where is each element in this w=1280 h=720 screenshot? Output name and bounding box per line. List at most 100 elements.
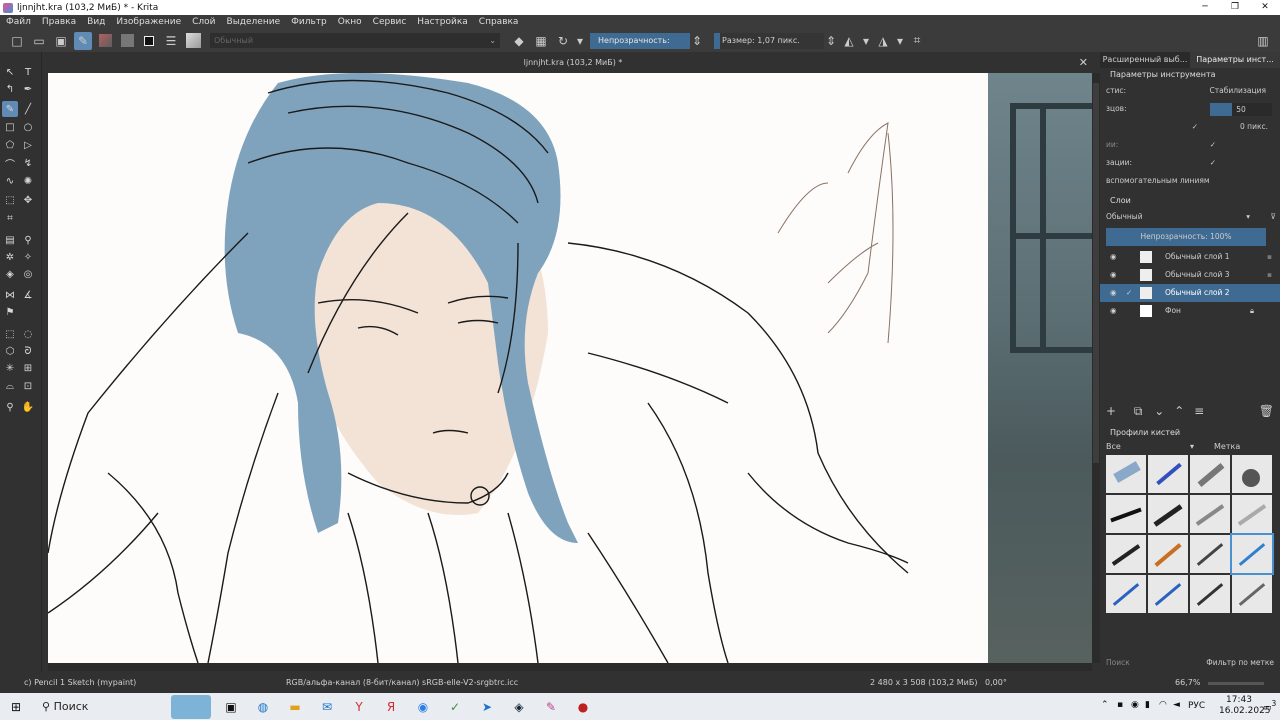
polyline-tool-icon[interactable]: ▷ bbox=[20, 137, 36, 153]
checkmark-icon[interactable]: ✓ bbox=[1126, 284, 1132, 302]
brush-filter-select[interactable]: Все bbox=[1106, 442, 1121, 451]
samples-slider[interactable]: 50 bbox=[1210, 103, 1272, 116]
smart-patch-icon[interactable]: ✲ bbox=[2, 249, 18, 265]
brush-preset[interactable] bbox=[1232, 455, 1272, 493]
menu-tools[interactable]: Сервис bbox=[373, 17, 407, 27]
tray-steam-icon[interactable]: ◉ bbox=[1131, 700, 1139, 710]
bezier-tool-icon[interactable]: ⌒ bbox=[2, 155, 18, 171]
size-spin-icon[interactable]: ⇕ bbox=[826, 32, 836, 50]
file-explorer-icon[interactable]: ▬ bbox=[283, 695, 307, 719]
eye-icon[interactable]: ◉ bbox=[1110, 284, 1117, 302]
brush-preset[interactable] bbox=[1190, 495, 1230, 533]
color-swatch-icon[interactable] bbox=[140, 32, 158, 50]
text-tool-icon[interactable]: T bbox=[20, 64, 36, 80]
brush-presets-icon[interactable]: ☰ bbox=[162, 32, 180, 50]
chevron-up-icon[interactable]: ⌃ bbox=[1101, 700, 1109, 710]
menu-help[interactable]: Справка bbox=[479, 17, 519, 27]
layer-properties-icon[interactable]: ≡ bbox=[1194, 404, 1204, 418]
ellipse-select-icon[interactable]: ◌ bbox=[20, 326, 36, 342]
filter-by-tag-checkbox[interactable]: Фильтр по метке bbox=[1206, 658, 1274, 667]
freehand-path-icon[interactable]: ↯ bbox=[20, 155, 36, 171]
workspace-icon[interactable]: ▥ bbox=[1254, 32, 1272, 50]
opacity-spin-icon[interactable]: ⇕ bbox=[692, 32, 702, 50]
brush-preset[interactable] bbox=[1190, 535, 1230, 573]
outlook-icon[interactable]: ✉ bbox=[315, 695, 339, 719]
chevron-down-icon[interactable]: ▾ bbox=[862, 32, 870, 50]
checkmark-icon[interactable]: ✓ bbox=[1210, 154, 1216, 172]
lock-icon[interactable]: 🔒︎ bbox=[1250, 302, 1254, 320]
mirror-vertical-icon[interactable]: ◮ bbox=[874, 32, 892, 50]
colorize-mask-icon[interactable]: ✧ bbox=[20, 249, 36, 265]
lock-icon[interactable]: ▪ bbox=[1267, 266, 1272, 284]
reference-tool-icon[interactable]: ⚑ bbox=[2, 304, 18, 320]
wrap-around-icon[interactable]: ⌗ bbox=[908, 32, 926, 50]
line-tool-icon[interactable]: ╱ bbox=[20, 101, 36, 117]
freehand-brush-icon[interactable]: ✎ bbox=[2, 101, 18, 117]
assistant-tool-icon[interactable]: ⋈ bbox=[2, 287, 18, 303]
rect-select-icon[interactable]: ⬚ bbox=[2, 326, 18, 342]
similar-select-icon[interactable]: ⊞ bbox=[20, 360, 36, 376]
vk-icon[interactable]: ✓ bbox=[443, 695, 467, 719]
menu-select[interactable]: Выделение bbox=[227, 17, 281, 27]
tray-app-icon[interactable]: ▪ bbox=[1117, 700, 1123, 710]
eye-icon[interactable]: ◉ bbox=[1110, 266, 1117, 284]
close-button[interactable]: ✕ bbox=[1250, 0, 1280, 15]
pattern-icon[interactable] bbox=[118, 32, 136, 50]
brush-preset[interactable] bbox=[1232, 495, 1272, 533]
move-up-icon[interactable]: ⌃ bbox=[1174, 404, 1184, 418]
vertical-scrollbar[interactable] bbox=[1092, 73, 1100, 663]
brush-preset[interactable] bbox=[1106, 535, 1146, 573]
rectangle-tool-icon[interactable]: □ bbox=[2, 119, 18, 135]
chrome-icon[interactable]: ◉ bbox=[411, 695, 435, 719]
brush-preset[interactable] bbox=[1190, 455, 1230, 493]
transform-icon[interactable]: ⬚ bbox=[2, 192, 18, 208]
polygon-tool-icon[interactable]: ⬠ bbox=[2, 137, 18, 153]
move-tool-icon[interactable]: ✥ bbox=[20, 192, 36, 208]
layer-row-selected[interactable]: ◉ ✓ Обычный слой 2 bbox=[1100, 284, 1280, 302]
brush-preset[interactable] bbox=[1148, 455, 1188, 493]
brush-preset[interactable] bbox=[1106, 495, 1146, 533]
eye-icon[interactable]: ◉ bbox=[1110, 302, 1117, 320]
volume-icon[interactable]: ◄ bbox=[1173, 700, 1180, 710]
mirror-horizontal-icon[interactable]: ◭ bbox=[840, 32, 858, 50]
duplicate-layer-icon[interactable]: ⧉ bbox=[1134, 404, 1143, 418]
yandex-browser-icon[interactable]: Я bbox=[379, 695, 403, 719]
telegram-icon[interactable]: ➤ bbox=[475, 695, 499, 719]
magnetic-select-icon[interactable]: ⊡ bbox=[20, 378, 36, 394]
menu-view[interactable]: Вид bbox=[87, 17, 105, 27]
add-layer-icon[interactable]: + bbox=[1106, 404, 1116, 418]
brush-preset[interactable] bbox=[1148, 495, 1188, 533]
filter-icon[interactable]: ⊽ bbox=[1271, 208, 1277, 226]
clock[interactable]: 17:43 16.02.2025 bbox=[1219, 695, 1271, 717]
new-document-icon[interactable]: □ bbox=[8, 32, 26, 50]
layer-row[interactable]: ◉ Обычный слой 1 ▪ bbox=[1100, 248, 1280, 266]
menu-image[interactable]: Изображение bbox=[116, 17, 181, 27]
steam-icon[interactable]: ◈ bbox=[507, 695, 531, 719]
crop-tool-icon[interactable]: ⌗ bbox=[2, 210, 18, 226]
color-picker-icon[interactable]: ⚲ bbox=[20, 232, 36, 248]
layer-row[interactable]: ◉ Фон 🔒︎ bbox=[1100, 302, 1280, 320]
polygon-select-icon[interactable]: ⬡ bbox=[2, 343, 18, 359]
move-down-icon[interactable]: ⌄ bbox=[1154, 404, 1164, 418]
brush-preset-selected[interactable] bbox=[1230, 533, 1274, 575]
blend-mode-select[interactable]: Обычный ▾ ⊽ bbox=[1100, 208, 1280, 226]
reload-preset-icon[interactable]: ↻ bbox=[554, 32, 572, 50]
brush-preset[interactable] bbox=[1106, 575, 1146, 613]
eraser-icon[interactable]: ◆ bbox=[510, 32, 528, 50]
gradient-tool-icon[interactable]: ▤ bbox=[2, 232, 18, 248]
delete-layer-icon[interactable]: 🗑︎ bbox=[1259, 404, 1274, 418]
windows-start-icon[interactable]: ⊞ bbox=[4, 695, 28, 719]
enclose-fill-icon[interactable]: ◎ bbox=[20, 266, 36, 282]
calligraphy-icon[interactable]: ✒ bbox=[20, 81, 36, 97]
chevron-down-icon[interactable]: ▾ bbox=[576, 32, 584, 50]
taskbar-search[interactable]: ⚲ Поиск bbox=[32, 693, 167, 720]
edit-shape-icon[interactable]: ↰ bbox=[2, 81, 18, 97]
menu-layer[interactable]: Слой bbox=[192, 17, 215, 27]
canvas-area[interactable] bbox=[48, 73, 1092, 663]
current-brush-icon[interactable] bbox=[184, 32, 202, 50]
document-tab[interactable]: ljnnjht.kra (103,2 МиБ) * ✕ bbox=[48, 52, 1098, 73]
lock-icon[interactable]: ▪ bbox=[1267, 248, 1272, 266]
wifi-icon[interactable]: ◠ bbox=[1159, 700, 1167, 710]
maximize-button[interactable]: ❐ bbox=[1220, 0, 1250, 15]
yandex-icon[interactable]: Y bbox=[347, 695, 371, 719]
